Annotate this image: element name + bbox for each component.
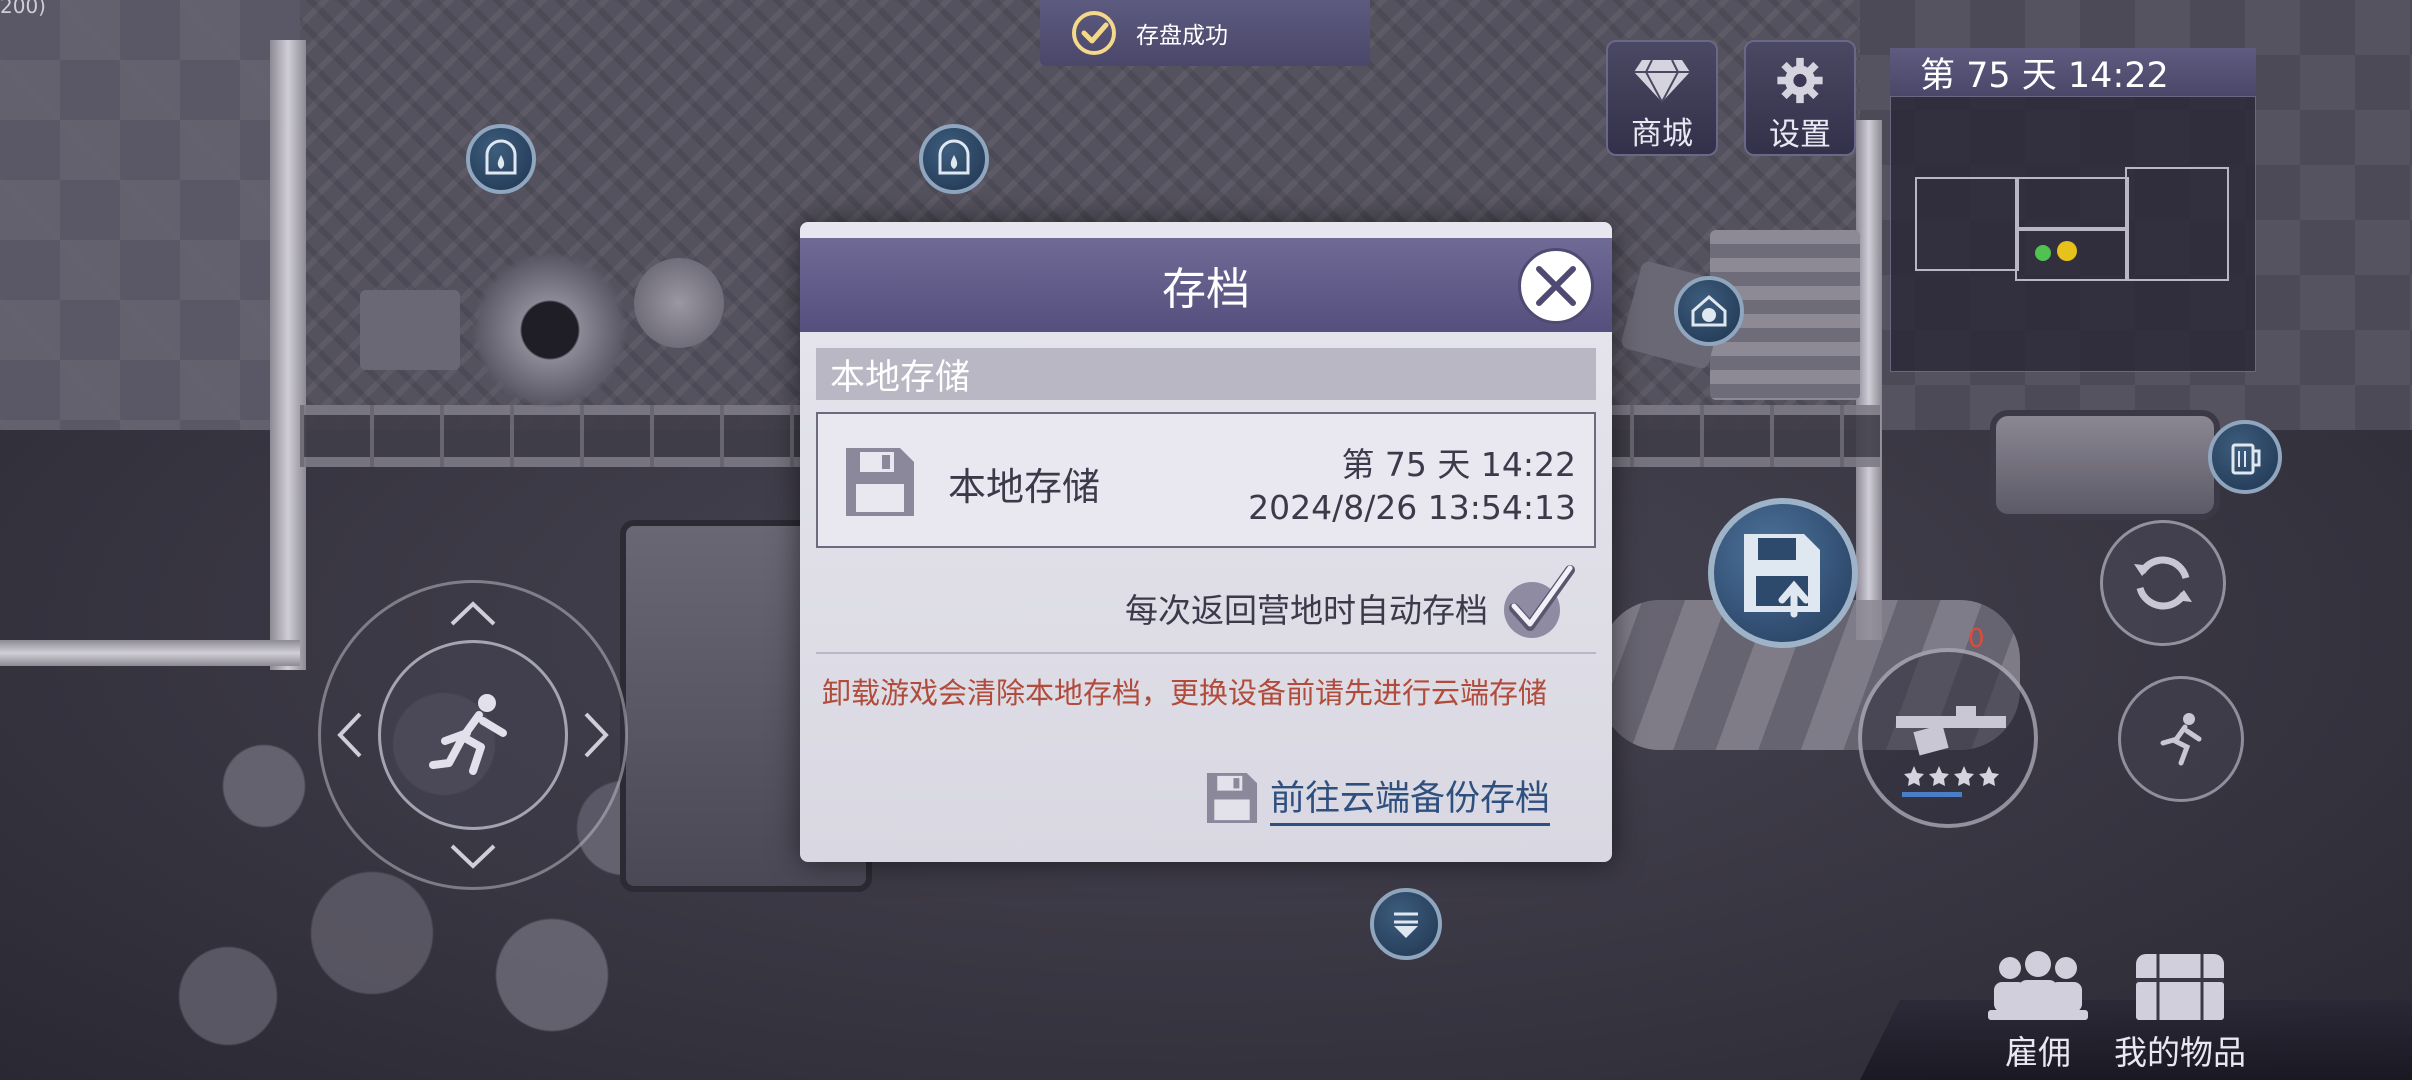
gear-icon: [1777, 57, 1823, 104]
fireplace-map-icon[interactable]: [466, 124, 536, 194]
slot-name: 本地存储: [948, 465, 1101, 509]
switch-button[interactable]: [2100, 520, 2226, 646]
hire-label: 雇佣: [2005, 1033, 2071, 1072]
settings-button[interactable]: 设置: [1744, 40, 1856, 156]
ammo-count: 0: [1968, 624, 1985, 654]
save-upload-icon: [1744, 534, 1820, 618]
close-icon: [1536, 266, 1576, 306]
section-header-local-storage: 本地存储: [816, 348, 1596, 400]
alert-marker: [2057, 241, 2077, 261]
day-time-header: 第 75 天 14:22: [1890, 48, 2256, 96]
close-button[interactable]: [1518, 248, 1594, 324]
doghouse-map-icon[interactable]: [1674, 276, 1744, 346]
dialog-title: 存档: [1162, 264, 1250, 315]
go-down-button[interactable]: [1370, 888, 1442, 960]
shop-button[interactable]: 商城: [1606, 40, 1718, 156]
cycle-arrows-icon: [2134, 556, 2192, 610]
slot-saved-at: 2024/8/26 13:54:13: [1248, 488, 1576, 527]
wall-left: [270, 40, 306, 670]
floppy-disk-icon: [1206, 772, 1258, 824]
beer-mug-icon: [2231, 443, 2261, 475]
weapon-stars: [1904, 766, 1999, 786]
fireplace-icon: [485, 139, 517, 175]
chest-icon: [2136, 954, 2224, 1020]
people-icon: [1988, 951, 2088, 1020]
weapon-slot[interactable]: [1858, 648, 2038, 828]
bathtub: [1990, 410, 2220, 520]
shotgun-icon: [1896, 706, 2006, 756]
well: [470, 250, 630, 410]
crate: [360, 290, 460, 370]
toast-text: 存盘成功: [1136, 23, 1228, 49]
save-success-toast: 存盘成功: [1040, 0, 1370, 66]
day-time-text: 第 75 天 14:22: [1920, 55, 2169, 96]
minimap-room: [2015, 177, 2129, 231]
autosave-label: 每次返回营地时自动存档: [1125, 591, 1488, 630]
exit-run-icon: [2160, 713, 2202, 766]
running-man-icon: [429, 694, 507, 775]
check-circle-icon: [1072, 11, 1116, 55]
save-dialog: 存档 本地存储 本地存储 第 75 天 14:22 2024/8/26 13:5…: [800, 222, 1612, 862]
fireplace-icon: [938, 139, 970, 175]
minimap[interactable]: [1890, 96, 2256, 372]
autosave-checkbox[interactable]: [1500, 562, 1576, 642]
floppy-disk-icon: [846, 448, 914, 516]
cloud-backup-link[interactable]: 前往云端备份存档: [1204, 770, 1551, 826]
joystick-down-arrow-icon: [450, 844, 496, 869]
diamond-icon: [1634, 59, 1690, 103]
dialog-header: 存档: [800, 238, 1612, 332]
my-items-button[interactable]: 我的物品: [2114, 948, 2246, 1074]
slot-day-time: 第 75 天 14:22: [1341, 445, 1576, 484]
quick-save-button[interactable]: [1708, 498, 1858, 648]
cloud-backup-link-text[interactable]: 前往云端备份存档: [1270, 770, 1551, 826]
uninstall-warning: 卸载游戏会清除本地存档，更换设备前请先进行云端存储: [822, 676, 1548, 710]
local-save-slot[interactable]: 本地存储 第 75 天 14:22 2024/8/26 13:54:13: [816, 412, 1596, 548]
minimap-room: [2125, 167, 2229, 281]
sprint-button[interactable]: [2118, 676, 2244, 802]
shop-label: 商城: [1631, 116, 1693, 152]
settings-label: 设置: [1769, 117, 1831, 153]
my-items-label: 我的物品: [2114, 1033, 2246, 1072]
hire-button[interactable]: 雇佣: [1986, 948, 2090, 1074]
tavern-map-icon[interactable]: [2208, 420, 2282, 494]
divider: [816, 652, 1596, 654]
joystick-knob[interactable]: [378, 640, 568, 830]
joystick-up-arrow-icon: [450, 601, 496, 626]
doghouse-icon: [1691, 295, 1727, 327]
down-arrow-icon: [1394, 912, 1418, 938]
section-title: 本地存储: [830, 357, 971, 398]
weapon-durability-bar: [1902, 792, 1962, 797]
player-marker: [2035, 245, 2051, 261]
rock-pile: [634, 258, 724, 348]
minimap-room: [1915, 177, 2019, 271]
debug-coordinates: 200): [0, 0, 46, 18]
joystick-right-arrow-icon: [584, 712, 609, 758]
joystick-left-arrow-icon: [337, 712, 362, 758]
fireplace-map-icon-2[interactable]: [919, 124, 989, 194]
